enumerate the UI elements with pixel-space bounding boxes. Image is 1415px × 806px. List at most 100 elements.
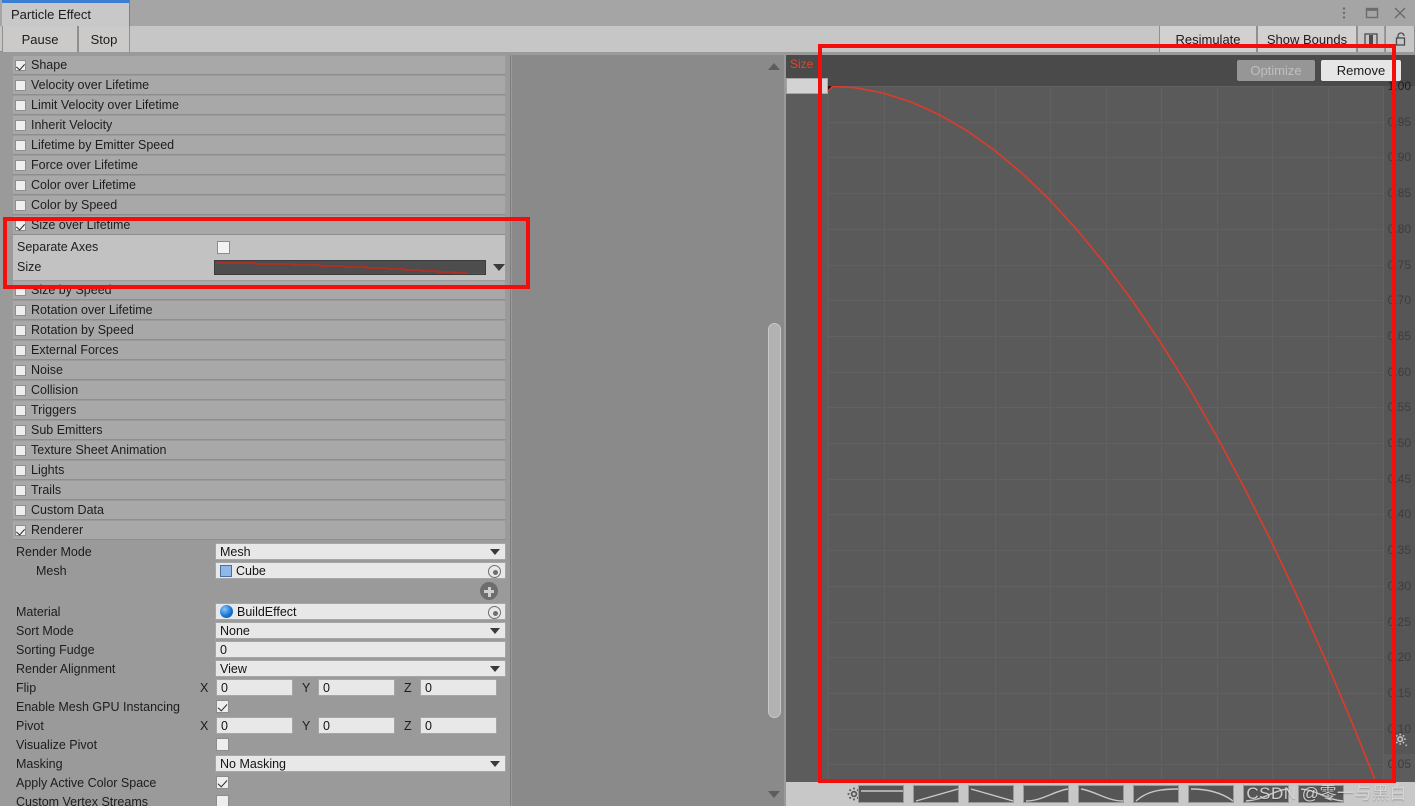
flip-x-input[interactable]: 0 bbox=[216, 679, 293, 696]
apply-color-space-checkbox[interactable] bbox=[216, 776, 229, 789]
preset-ease-in-rise-preset[interactable] bbox=[1023, 785, 1069, 803]
module-checkbox[interactable] bbox=[15, 199, 26, 211]
module-row-custom-data[interactable]: Custom Data bbox=[12, 500, 506, 520]
curve-editor-panel[interactable]: Optimize Remove Size 0.000.050.100.150.2… bbox=[786, 55, 1415, 806]
module-checkbox[interactable] bbox=[15, 79, 26, 91]
render-alignment-dropdown[interactable]: View bbox=[215, 660, 506, 677]
module-row-lights[interactable]: Lights bbox=[12, 460, 506, 480]
module-row-noise[interactable]: Noise bbox=[12, 360, 506, 380]
menu-kebab-icon[interactable] bbox=[1337, 6, 1351, 20]
scrollbar-thumb[interactable] bbox=[768, 323, 781, 718]
split-panel-icon[interactable] bbox=[1357, 26, 1385, 52]
curve-keyframe-handle[interactable] bbox=[828, 86, 835, 93]
module-row-velocity-over-lifetime[interactable]: Velocity over Lifetime bbox=[12, 75, 506, 95]
curve-plot-area[interactable] bbox=[828, 86, 1384, 801]
module-row-triggers[interactable]: Triggers bbox=[12, 400, 506, 420]
gpu-instancing-checkbox[interactable] bbox=[216, 700, 229, 713]
preset-ease-out-rise-preset[interactable] bbox=[1133, 785, 1179, 803]
module-checkbox[interactable] bbox=[15, 284, 26, 296]
close-icon[interactable] bbox=[1393, 6, 1407, 20]
module-checkbox[interactable] bbox=[15, 159, 26, 171]
sorting-fudge-input[interactable]: 0 bbox=[215, 641, 506, 658]
module-checkbox[interactable] bbox=[15, 404, 26, 416]
module-checkbox[interactable] bbox=[15, 324, 26, 336]
module-row-lifetime-by-emitter-speed[interactable]: Lifetime by Emitter Speed bbox=[12, 135, 506, 155]
module-checkbox[interactable] bbox=[15, 219, 26, 231]
curve-preset-strip[interactable]: CSDN @零一与黑白 bbox=[786, 782, 1415, 806]
scroll-down-arrow-icon[interactable] bbox=[768, 791, 780, 798]
module-row-inherit-velocity[interactable]: Inherit Velocity bbox=[12, 115, 506, 135]
stop-button[interactable]: Stop bbox=[78, 26, 130, 52]
module-row-rotation-over-lifetime[interactable]: Rotation over Lifetime bbox=[12, 300, 506, 320]
optimize-button[interactable]: Optimize bbox=[1237, 60, 1315, 81]
module-row-sub-emitters[interactable]: Sub Emitters bbox=[12, 420, 506, 440]
module-row-renderer[interactable]: Renderer bbox=[12, 520, 506, 540]
module-row-external-forces[interactable]: External Forces bbox=[12, 340, 506, 360]
module-checkbox[interactable] bbox=[15, 304, 26, 316]
visualize-pivot-label: Visualize Pivot bbox=[16, 737, 98, 752]
mesh-object-field[interactable]: Cube bbox=[215, 562, 506, 579]
module-checkbox[interactable] bbox=[15, 344, 26, 356]
module-checkbox[interactable] bbox=[15, 179, 26, 191]
module-row-collision[interactable]: Collision bbox=[12, 380, 506, 400]
pivot-z-input[interactable]: 0 bbox=[420, 717, 497, 734]
module-checkbox[interactable] bbox=[15, 524, 26, 536]
module-row-color-by-speed[interactable]: Color by Speed bbox=[12, 195, 506, 215]
module-checkbox[interactable] bbox=[15, 444, 26, 456]
pivot-z-label: Z bbox=[404, 718, 412, 733]
preset-linear-fall-preset[interactable] bbox=[968, 785, 1014, 803]
pivot-x-input[interactable]: 0 bbox=[216, 717, 293, 734]
y-axis-top-value-field[interactable] bbox=[786, 78, 828, 94]
remove-button[interactable]: Remove bbox=[1321, 60, 1401, 81]
settings-gear-icon[interactable] bbox=[1393, 732, 1409, 748]
module-checkbox[interactable] bbox=[15, 139, 26, 151]
inspector-vertical-scrollbar[interactable] bbox=[764, 55, 784, 806]
object-picker-icon[interactable] bbox=[488, 606, 501, 619]
module-row-trails[interactable]: Trails bbox=[12, 480, 506, 500]
preset-ease-in-fall-preset[interactable] bbox=[1078, 785, 1124, 803]
add-mesh-button[interactable] bbox=[480, 582, 498, 600]
maximize-icon[interactable] bbox=[1365, 6, 1379, 20]
preset-constant-flat-preset[interactable] bbox=[858, 785, 904, 803]
scroll-up-arrow-icon[interactable] bbox=[768, 63, 780, 70]
module-checkbox[interactable] bbox=[15, 384, 26, 396]
pause-button[interactable]: Pause bbox=[2, 26, 78, 52]
module-row-size-over-lifetime[interactable]: Size over Lifetime bbox=[12, 215, 506, 235]
flip-z-input[interactable]: 0 bbox=[420, 679, 497, 696]
module-row-texture-sheet-animation[interactable]: Texture Sheet Animation bbox=[12, 440, 506, 460]
module-checkbox[interactable] bbox=[15, 484, 26, 496]
masking-dropdown[interactable]: No Masking bbox=[215, 755, 506, 772]
flip-y-input[interactable]: 0 bbox=[318, 679, 395, 696]
custom-vertex-streams-checkbox[interactable] bbox=[216, 795, 229, 806]
separate-axes-checkbox[interactable] bbox=[217, 240, 230, 254]
module-row-color-over-lifetime[interactable]: Color over Lifetime bbox=[12, 175, 506, 195]
module-row-shape[interactable]: Shape bbox=[12, 55, 506, 75]
preset-ease-out-fall-preset[interactable] bbox=[1188, 785, 1234, 803]
module-row-force-over-lifetime[interactable]: Force over Lifetime bbox=[12, 155, 506, 175]
flip-z-label: Z bbox=[404, 680, 412, 695]
tab-particle-effect[interactable]: Particle Effect bbox=[2, 0, 130, 26]
chevron-down-icon[interactable] bbox=[493, 263, 505, 271]
module-checkbox[interactable] bbox=[15, 364, 26, 376]
visualize-pivot-checkbox[interactable] bbox=[216, 738, 229, 751]
module-checkbox[interactable] bbox=[15, 504, 26, 516]
resimulate-button[interactable]: Resimulate bbox=[1159, 26, 1257, 52]
module-checkbox[interactable] bbox=[15, 59, 26, 71]
sort-mode-dropdown[interactable]: None bbox=[215, 622, 506, 639]
preset-linear-rise-preset[interactable] bbox=[913, 785, 959, 803]
show-bounds-button[interactable]: Show Bounds bbox=[1257, 26, 1357, 52]
module-checkbox[interactable] bbox=[15, 464, 26, 476]
module-row-limit-velocity-over-lifetime[interactable]: Limit Velocity over Lifetime bbox=[12, 95, 506, 115]
size-curve-preview[interactable] bbox=[214, 259, 486, 275]
object-picker-icon[interactable] bbox=[488, 565, 501, 578]
pivot-y-input[interactable]: 0 bbox=[318, 717, 395, 734]
particle-module-inspector[interactable]: Shape Velocity over Lifetime Limit Veloc… bbox=[0, 55, 511, 806]
module-checkbox[interactable] bbox=[15, 99, 26, 111]
render-mode-dropdown[interactable]: Mesh bbox=[215, 543, 506, 560]
material-object-field[interactable]: BuildEffect bbox=[215, 603, 506, 620]
module-checkbox[interactable] bbox=[15, 119, 26, 131]
module-checkbox[interactable] bbox=[15, 424, 26, 436]
module-row-rotation-by-speed[interactable]: Rotation by Speed bbox=[12, 320, 506, 340]
lock-icon[interactable] bbox=[1385, 26, 1415, 52]
module-row-size-by-speed[interactable]: Size by Speed bbox=[12, 280, 506, 300]
